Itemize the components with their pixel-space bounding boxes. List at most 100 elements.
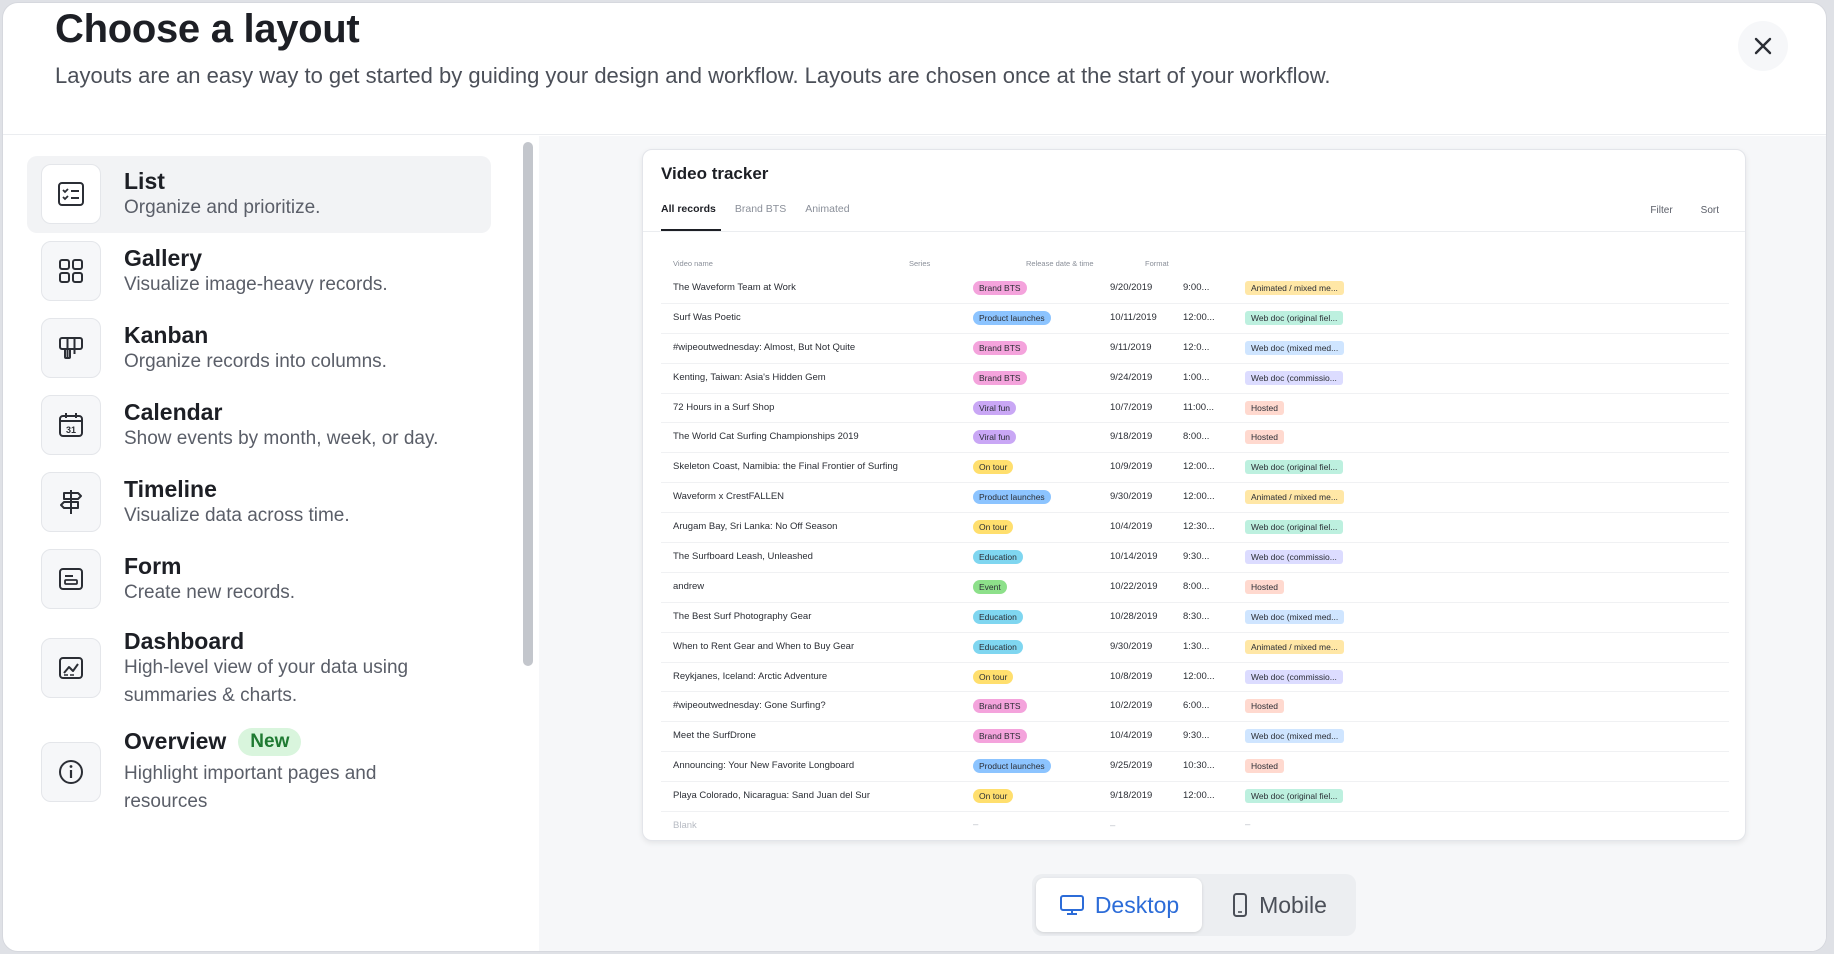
video-name-cell: Playa Colorado, Nicaragua: Sand Juan del…: [673, 790, 870, 802]
preview-table-title: Video tracker: [661, 164, 769, 183]
release-time-cell: 12:00...: [1183, 311, 1215, 323]
tab-brand-bts[interactable]: Brand BTS: [735, 203, 786, 227]
calendar-icon: 31: [41, 395, 101, 455]
sort-button[interactable]: Sort: [1701, 205, 1719, 216]
layout-option-form[interactable]: Form Create new records.: [27, 541, 491, 618]
release-date-cell: 10/4/2019: [1110, 521, 1153, 533]
series-tag: Brand BTS: [973, 370, 1027, 385]
series-cell: Brand BTS: [973, 340, 1027, 355]
filter-button[interactable]: Filter: [1650, 205, 1672, 216]
table-row[interactable]: andrew Event 10/22/2019 8:00... Hosted: [661, 573, 1729, 603]
table-row[interactable]: Waveform x CrestFALLEN Product launches 9/…: [661, 483, 1729, 514]
mobile-view-button[interactable]: Mobile: [1208, 878, 1350, 932]
scrollbar[interactable]: [523, 142, 533, 666]
layout-preview-panel: Video tracker All records Brand BTS Anim…: [539, 136, 1826, 951]
table-row[interactable]: 72 Hours in a Surf Shop Viral fun 10/7/201…: [661, 394, 1729, 424]
format-cell: Hosted: [1245, 759, 1284, 774]
release-date-cell: 9/30/2019: [1110, 491, 1153, 503]
series-tag: Brand BTS: [973, 729, 1027, 744]
layout-name: Calendar: [124, 399, 223, 425]
table-row[interactable]: The Surfboard Leash, Unleashed Education 1…: [661, 543, 1729, 573]
video-name-cell: The Best Surf Photography Gear: [673, 610, 812, 622]
desktop-view-button[interactable]: Desktop: [1036, 878, 1202, 932]
release-date-cell: 9/18/2019: [1110, 431, 1153, 443]
table-row[interactable]: Announcing: Your New Favorite Longboard P…: [661, 752, 1729, 783]
dialog-subtitle: Layouts are an easy way to get started b…: [55, 63, 1331, 88]
series-cell: On tour: [973, 669, 1014, 684]
release-time-cell: 11:00...: [1183, 401, 1214, 413]
dialog-header: Choose a layout Layouts are an easy way …: [3, 3, 1826, 135]
layout-option-dashboard[interactable]: Dashboard High-level view of your data u…: [27, 618, 491, 718]
release-time-cell: 12:30...: [1183, 521, 1215, 533]
gallery-grid-icon: [41, 241, 101, 301]
layout-option-kanban[interactable]: Kanban Organize records into columns.: [27, 310, 491, 387]
table-row[interactable]: Surf Was Poetic Product launches 10/11/201…: [661, 304, 1729, 334]
video-name-cell: Reykjanes, Iceland: Arctic Adventure: [673, 670, 828, 682]
format-cell: Animated / mixed me...: [1245, 490, 1344, 505]
choose-layout-dialog: Choose a layout Layouts are an easy way …: [2, 2, 1827, 952]
layout-option-gallery[interactable]: Gallery Visualize image-heavy records.: [27, 233, 491, 310]
kanban-icon: [41, 318, 101, 378]
table-row[interactable]: The Best Surf Photography Gear Education 1…: [661, 603, 1729, 633]
series-cell: –: [973, 819, 979, 831]
format-cell: Web doc (commissio...: [1245, 669, 1343, 684]
table-row[interactable]: Meet the SurfDrone Brand BTS 10/4/2019 9:30…: [661, 722, 1729, 753]
table-row[interactable]: Kenting, Taiwan: Asia's Hidden Gem Brand …: [661, 364, 1729, 394]
table-row[interactable]: The World Cat Surfing Championships 2019…: [661, 423, 1729, 454]
table-row[interactable]: #wipeoutwednesday: Gone Surfing? Brand BT…: [661, 692, 1729, 723]
format-cell: Animated / mixed me...: [1245, 281, 1344, 295]
series-tag: Brand BTS: [973, 281, 1027, 295]
series-cell: Event: [973, 579, 1007, 594]
series-tag: On tour: [973, 789, 1014, 804]
release-date-cell: 9/20/2019: [1110, 282, 1153, 293]
layout-description: Visualize data across time.: [124, 505, 350, 526]
tab-animated[interactable]: Animated: [805, 203, 849, 227]
format-cell: Web doc (original fiel...: [1245, 310, 1344, 325]
series-tag: Education: [973, 639, 1023, 654]
release-date-cell: 10/14/2019: [1110, 551, 1158, 563]
release-date-cell: –: [1110, 820, 1116, 832]
format-tag: Hosted: [1245, 430, 1284, 445]
video-name-cell: Announcing: Your New Favorite Longboard: [673, 760, 855, 772]
dialog-title: Choose a layout: [55, 7, 360, 51]
release-time-cell: 10:30...: [1183, 760, 1215, 772]
series-tag: Education: [973, 550, 1023, 565]
table-row[interactable]: #wipeoutwednesday: Almost, But Not Quite…: [661, 334, 1729, 364]
release-date-cell: 10/9/2019: [1110, 461, 1153, 473]
info-circle-icon: [41, 742, 101, 802]
layout-name: Timeline: [124, 476, 217, 502]
video-name-cell: andrew: [673, 580, 705, 592]
video-name-cell: When to Rent Gear and When to Buy Gear: [673, 640, 855, 652]
table-row[interactable]: When to Rent Gear and When to Buy Gear Ed…: [661, 633, 1729, 663]
tab-all-records[interactable]: All records: [661, 203, 716, 227]
release-time-cell: 1:00...: [1183, 371, 1210, 383]
table-row[interactable]: Arugam Bay, Sri Lanka: No Off Season On t…: [661, 513, 1729, 544]
layout-option-timeline[interactable]: Timeline Visualize data across time.: [27, 464, 491, 541]
release-date-cell: 9/11/2019: [1110, 341, 1152, 353]
release-time-cell: 8:00...: [1183, 580, 1210, 592]
series-cell: Education: [973, 609, 1023, 624]
table-row[interactable]: Blank – – –: [661, 812, 1729, 840]
format-tag: Hosted: [1245, 400, 1284, 415]
mobile-phone-icon: [1233, 893, 1248, 917]
video-name-cell: #wipeoutwednesday: Almost, But Not Quite: [673, 341, 856, 353]
series-tag: Event: [973, 579, 1007, 594]
layout-description: Show events by month, week, or day.: [124, 428, 439, 449]
table-row[interactable]: Reykjanes, Iceland: Arctic Adventure On t…: [661, 663, 1729, 693]
table-row[interactable]: Playa Colorado, Nicaragua: Sand Juan del…: [661, 782, 1729, 813]
layout-option-list[interactable]: List Organize and prioritize.: [27, 156, 491, 233]
layout-name: List: [124, 168, 165, 194]
layout-option-calendar[interactable]: 31 Calendar Show events by month, week, …: [27, 387, 491, 464]
layout-option-overview[interactable]: Overview New Highlight important pages an…: [27, 718, 491, 818]
close-button[interactable]: [1738, 21, 1788, 71]
format-tag: Web doc (mixed med...: [1245, 609, 1345, 624]
svg-text:31: 31: [66, 425, 76, 435]
layout-list[interactable]: List Organize and prioritize. Gallery Vi…: [3, 136, 539, 951]
layout-name: Overview: [124, 728, 227, 754]
series-cell: Viral fun: [973, 430, 1017, 445]
column-header-series: Series: [909, 259, 931, 268]
format-tag: Animated / mixed me...: [1245, 490, 1344, 505]
series-tag: Product launches: [973, 759, 1051, 774]
table-row[interactable]: The Waveform Team at Work Brand BTS 9/20/2…: [661, 274, 1729, 304]
table-row[interactable]: Skeleton Coast, Namibia: the Final Front…: [661, 453, 1729, 484]
